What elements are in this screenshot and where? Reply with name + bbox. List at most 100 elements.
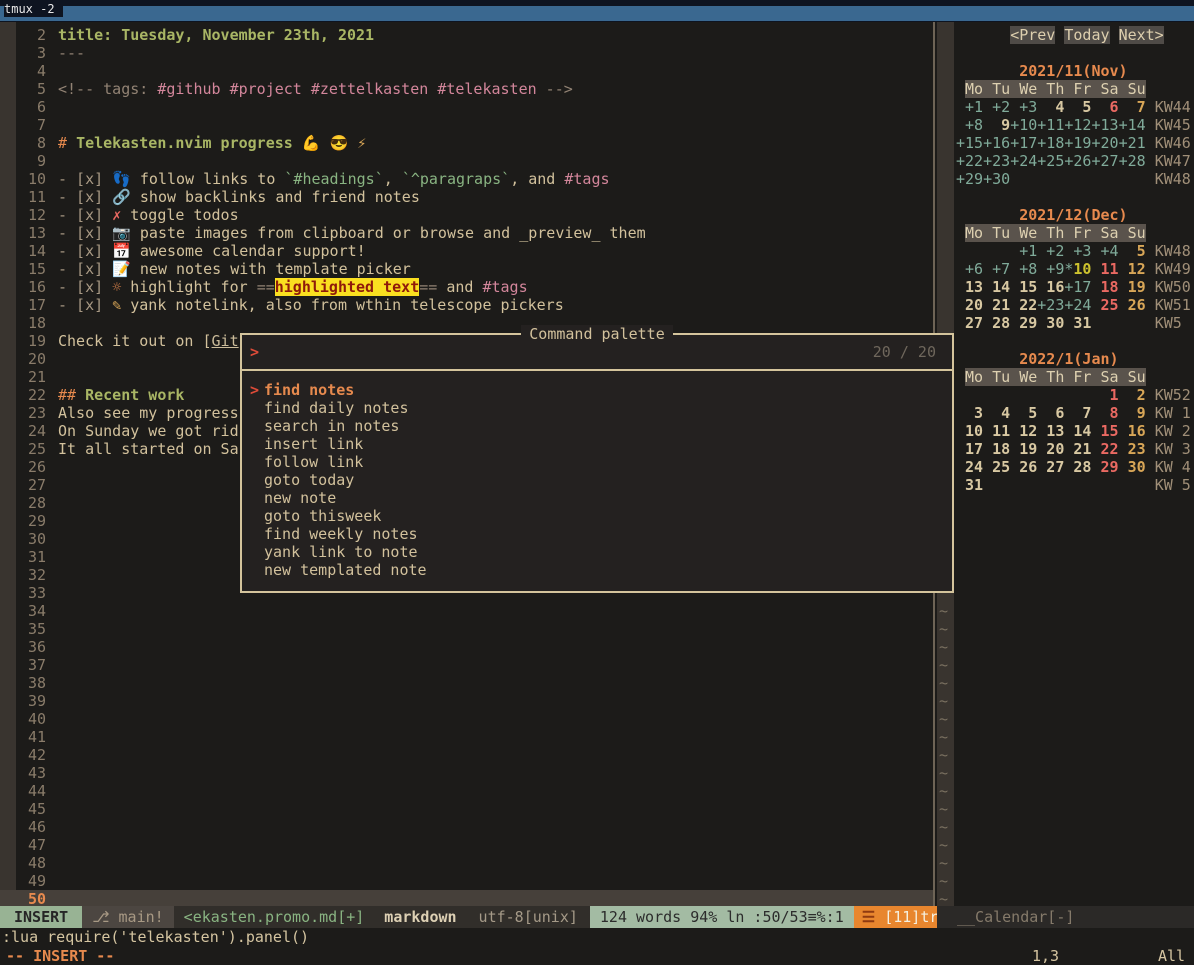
calendar-day[interactable]: 2: [1119, 386, 1146, 404]
calendar-day[interactable]: 5: [1064, 98, 1091, 116]
calendar-day[interactable]: 25: [983, 458, 1010, 476]
calendar-day[interactable]: +14: [1119, 116, 1146, 134]
calendar-day[interactable]: 24: [956, 458, 983, 476]
calendar-day[interactable]: 19: [1010, 440, 1037, 458]
calendar-day[interactable]: +3: [1064, 242, 1091, 260]
editor-line[interactable]: 45: [0, 800, 934, 818]
calendar-day[interactable]: +15: [956, 134, 983, 152]
editor-line[interactable]: 14- [x] 📅 awesome calendar support!: [0, 242, 934, 260]
calendar-day[interactable]: +9: [1037, 260, 1064, 278]
editor-line[interactable]: 37: [0, 656, 934, 674]
calendar-day[interactable]: +7: [983, 260, 1010, 278]
calendar-day[interactable]: +29: [956, 170, 983, 188]
calendar-day[interactable]: +6: [956, 260, 983, 278]
calendar-day[interactable]: 29: [1091, 458, 1118, 476]
calendar-day[interactable]: 21: [983, 296, 1010, 314]
editor-line[interactable]: 42: [0, 746, 934, 764]
calendar-day[interactable]: 12: [1010, 422, 1037, 440]
calendar-day[interactable]: 25: [1091, 296, 1118, 314]
calendar-day[interactable]: +12: [1064, 116, 1091, 134]
calendar-day[interactable]: 14: [1064, 422, 1091, 440]
command-line[interactable]: :lua require('telekasten').panel(): [0, 928, 1194, 947]
palette-item[interactable]: new note: [242, 489, 952, 507]
calendar-day[interactable]: 22: [1091, 440, 1118, 458]
calendar-day[interactable]: 13: [1037, 422, 1064, 440]
calendar-day[interactable]: 20: [1037, 440, 1064, 458]
calendar-day[interactable]: 11: [1091, 260, 1118, 278]
editor-line[interactable]: 49: [0, 872, 934, 890]
calendar-day[interactable]: +16: [983, 134, 1010, 152]
editor-line[interactable]: 13- [x] 📷 paste images from clipboard or…: [0, 224, 934, 242]
calendar-day[interactable]: +23: [1037, 296, 1064, 314]
calendar-day[interactable]: 8: [1091, 404, 1118, 422]
calendar-day[interactable]: 27: [1037, 458, 1064, 476]
palette-item[interactable]: follow link: [242, 453, 952, 471]
editor-line[interactable]: 10- [x] 👣 follow links to `#headings`, `…: [0, 170, 934, 188]
calendar-day[interactable]: 31: [956, 476, 983, 494]
editor-line[interactable]: 47: [0, 836, 934, 854]
command-palette[interactable]: Command palette > 20 / 20 >find notes fi…: [240, 333, 954, 593]
calendar-day[interactable]: +13: [1091, 116, 1118, 134]
calendar-day[interactable]: 5: [1119, 242, 1146, 260]
editor-line[interactable]: 40: [0, 710, 934, 728]
editor-line[interactable]: 46: [0, 818, 934, 836]
calendar-day[interactable]: 27: [956, 314, 983, 332]
calendar-day[interactable]: 3: [956, 404, 983, 422]
editor-line[interactable]: 3---: [0, 44, 934, 62]
calendar-day[interactable]: 4: [1037, 98, 1064, 116]
calendar-day[interactable]: 4: [983, 404, 1010, 422]
palette-item[interactable]: find weekly notes: [242, 525, 952, 543]
calendar-day[interactable]: 16: [1037, 278, 1064, 296]
calendar-day[interactable]: 7: [1119, 98, 1146, 116]
calendar-day[interactable]: 29: [1010, 314, 1037, 332]
calendar-day[interactable]: 18: [983, 440, 1010, 458]
editor-line[interactable]: 35: [0, 620, 934, 638]
calendar-day[interactable]: +17: [1064, 278, 1091, 296]
calendar-day[interactable]: 23: [1119, 440, 1146, 458]
calendar-day[interactable]: 11: [983, 422, 1010, 440]
calendar-day[interactable]: 21: [1064, 440, 1091, 458]
editor-line[interactable]: 9: [0, 152, 934, 170]
calendar-day[interactable]: +1: [1010, 242, 1037, 260]
calendar-day[interactable]: +21: [1119, 134, 1146, 152]
palette-item[interactable]: insert link: [242, 435, 952, 453]
calendar-day[interactable]: 26: [1119, 296, 1146, 314]
calendar-day[interactable]: +27: [1091, 152, 1118, 170]
calendar-day[interactable]: +8: [956, 116, 983, 134]
editor-line[interactable]: 43: [0, 764, 934, 782]
calendar-day[interactable]: 22: [1010, 296, 1037, 314]
calendar-day[interactable]: *10: [1064, 260, 1091, 278]
calendar-day[interactable]: +2: [1037, 242, 1064, 260]
editor-line[interactable]: 2title: Tuesday, November 23th, 2021: [0, 26, 934, 44]
editor-line[interactable]: 11- [x] 🔗 show backlinks and friend note…: [0, 188, 934, 206]
calendar-day[interactable]: +24: [1010, 152, 1037, 170]
calendar-day[interactable]: +23: [983, 152, 1010, 170]
calendar-day[interactable]: +28: [1119, 152, 1146, 170]
calendar-day[interactable]: 28: [983, 314, 1010, 332]
calendar-day[interactable]: 30: [1037, 314, 1064, 332]
calendar-day[interactable]: 16: [1119, 422, 1146, 440]
palette-prompt-input[interactable]: > 20 / 20: [242, 335, 952, 371]
calendar-window[interactable]: <Prev Today Next> 2021/11(Nov) Mo Tu We …: [954, 22, 1194, 906]
calendar-day[interactable]: 9: [983, 116, 1010, 134]
palette-item[interactable]: find daily notes: [242, 399, 952, 417]
calendar-day[interactable]: 15: [1010, 278, 1037, 296]
editor-line[interactable]: 12- [x] ✗ toggle todos: [0, 206, 934, 224]
calendar-day[interactable]: 28: [1064, 458, 1091, 476]
calendar-day[interactable]: 7: [1064, 404, 1091, 422]
calendar-day[interactable]: +18: [1037, 134, 1064, 152]
calendar-day[interactable]: 6: [1091, 98, 1118, 116]
calendar-day[interactable]: +24: [1064, 296, 1091, 314]
editor-line[interactable]: 39: [0, 692, 934, 710]
editor-line[interactable]: 4: [0, 62, 934, 80]
calendar-day[interactable]: +10: [1010, 116, 1037, 134]
calendar-day[interactable]: +11: [1037, 116, 1064, 134]
calendar-day[interactable]: +20: [1091, 134, 1118, 152]
calendar-day[interactable]: +30: [983, 170, 1010, 188]
editor-line[interactable]: 7: [0, 116, 934, 134]
editor-line[interactable]: 17- [x] ✎ yank notelink, also from wthin…: [0, 296, 934, 314]
calendar-day[interactable]: +25: [1037, 152, 1064, 170]
calendar-day[interactable]: 10: [956, 422, 983, 440]
calendar-day[interactable]: 17: [956, 440, 983, 458]
calendar-day[interactable]: 15: [1091, 422, 1118, 440]
